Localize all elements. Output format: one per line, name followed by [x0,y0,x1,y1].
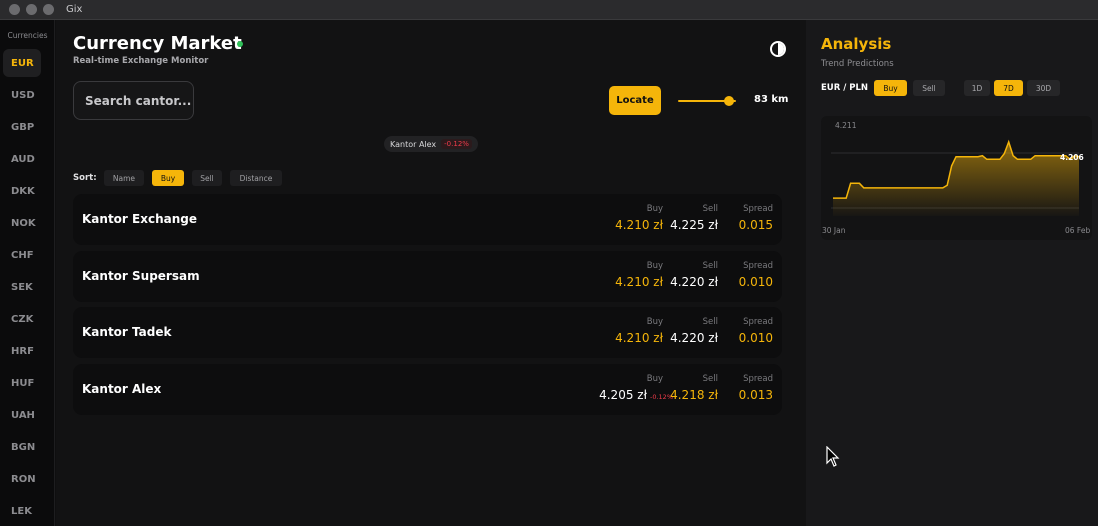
sidebar-item-aud[interactable]: AUD [3,145,41,173]
sort-distance-button[interactable]: Distance [230,170,282,186]
distance-slider-handle[interactable] [724,96,735,106]
sell-rate: 4.225 zł [670,218,718,232]
sidebar-item-dkk[interactable]: DKK [3,177,41,205]
sell-rate: 4.220 zł [670,274,718,289]
spread-column-label: Spread [743,373,773,384]
sort-buy-button[interactable]: Buy [152,170,184,186]
trend-chart[interactable]: 4.211 4.206 30 Jan 06 Feb [821,116,1092,240]
chart-y-top-label: 4.211 [835,121,857,130]
kantor-name: Kantor Alex [82,381,162,396]
chart-last-value-label: 4.206 [1060,153,1084,162]
page-subtitle: Real-time Exchange Monitor [73,56,209,66]
map-marker-chip[interactable]: Kantor Alex -0.12% [384,136,478,152]
buy-rate: 4.205 zł -0.12% [599,388,673,402]
currency-sidebar: Currencies EUR USD GBP AUD DKK NOK CHF SEK CZK HR… [0,20,55,526]
minimize-window-button[interactable] [26,4,37,15]
range-7d-button[interactable]: 7D [994,80,1023,96]
buy-column-label: Buy [646,317,663,327]
window-title: Gix [66,4,83,15]
window-controls[interactable] [9,4,54,15]
sidebar-item-chf[interactable]: CHF [3,241,41,269]
buy-rate-value: 4.210 zł [615,218,663,232]
buy-rate-value: 4.210 zł [615,331,663,345]
close-window-button[interactable] [9,4,20,15]
sort-sell-button[interactable]: Sell [192,170,222,186]
chip-change: -0.12% [441,139,472,149]
spread-value: 0.010 [738,331,773,345]
range-1d-button[interactable]: 1D [964,80,990,96]
buy-rate: 4.210 zł [615,218,663,232]
spread-column-label: Spread [743,204,773,214]
page-title: Currency Market [73,33,242,54]
sidebar-item-usd[interactable]: USD [3,81,41,109]
sidebar-item-bgn[interactable]: BGN [3,433,41,461]
kantor-name: Kantor Supersam [82,268,200,283]
analysis-panel: Analysis Trend Predictions EUR / PLN Buy… [806,20,1098,526]
sidebar-heading: Currencies [7,31,48,40]
sell-column-label: Sell [702,373,718,384]
live-status-dot [237,41,243,47]
distance-value: 83 km [754,94,789,105]
kantor-name: Kantor Exchange [82,212,197,226]
table-row[interactable]: Kantor Supersam Buy Sell Spread 4.210 zł 4.22… [73,250,782,302]
chart-buy-button[interactable]: Buy [874,80,907,96]
buy-rate: 4.210 zł [615,275,663,289]
main-content: Currency Market Real-time Exchange Monit… [56,20,806,526]
sidebar-item-eur[interactable]: EUR [3,49,41,77]
sidebar-item-ron[interactable]: RON [3,465,41,493]
sidebar-item-czk[interactable]: CZK [3,305,41,333]
sidebar-item-huf[interactable]: HUF [3,369,41,397]
search-input[interactable] [73,81,194,120]
sell-column-label: Sell [702,260,718,271]
range-30d-button[interactable]: 30D [1027,80,1060,96]
sort-label: Sort: [73,173,97,183]
spread-column-label: Spread [743,260,773,271]
buy-rate-value: 4.210 zł [615,274,663,289]
spread-value: 0.013 [738,387,773,402]
sell-rate: 4.218 zł [670,387,718,402]
sidebar-item-nok[interactable]: NOK [3,209,41,237]
buy-rate: 4.210 zł [615,331,663,345]
currency-pair-label: EUR / PLN [821,83,869,93]
sidebar-item-lek[interactable]: LEK [3,497,41,525]
sidebar-item-uah[interactable]: UAH [3,401,41,429]
window-titlebar: Gix [0,0,1098,20]
maximize-window-button[interactable] [43,4,54,15]
chart-x-end-label: 06 Feb [1065,226,1090,235]
sidebar-item-hrf[interactable]: HRF [3,337,41,365]
locate-button[interactable]: Locate [609,86,661,115]
spread-value: 0.010 [738,274,773,289]
sell-rate: 4.220 zł [670,331,718,345]
buy-column-label: Buy [646,373,663,384]
buy-column-label: Buy [646,204,663,214]
spread-value: 0.015 [738,218,773,232]
table-row[interactable]: Kantor Alex Buy Sell Spread 4.205 zł -0.12% 4.… [73,363,782,415]
sell-column-label: Sell [702,317,718,327]
contrast-icon[interactable] [770,41,786,57]
analysis-subtitle: Trend Predictions [821,59,894,69]
buy-rate-value: 4.205 zł [599,387,647,402]
spread-column-label: Spread [743,317,773,327]
sidebar-item-gbp[interactable]: GBP [3,113,41,141]
chart-x-start-label: 30 Jan [822,226,846,235]
chart-sell-button[interactable]: Sell [913,80,945,96]
mouse-cursor-icon [826,446,840,467]
kantor-name: Kantor Tadek [82,325,172,339]
chip-name: Kantor Alex [390,139,437,149]
sidebar-item-sek[interactable]: SEK [3,273,41,301]
sort-name-button[interactable]: Name [104,170,144,186]
table-row[interactable]: Kantor Tadek Buy Sell Spread 4.210 zł 4.220 z… [73,307,782,358]
analysis-title: Analysis [821,35,892,53]
buy-column-label: Buy [646,260,663,271]
trend-chart-svg: 4.211 4.206 30 Jan 06 Feb [822,121,1090,235]
sell-column-label: Sell [702,204,718,214]
table-row[interactable]: Kantor Exchange Buy Sell Spread 4.210 zł 4.22… [73,194,782,245]
